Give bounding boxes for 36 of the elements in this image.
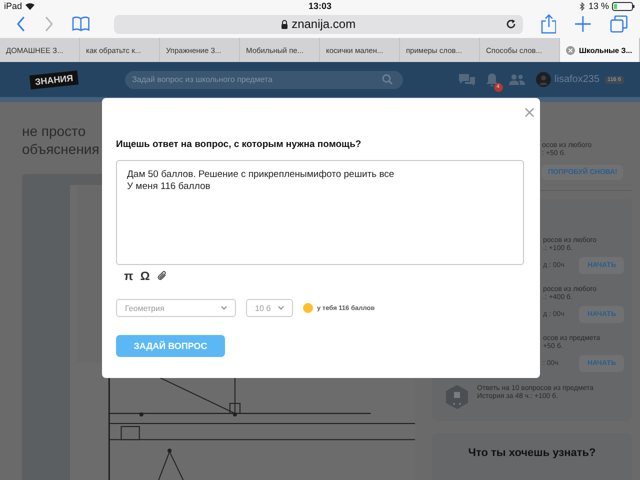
friends-icon[interactable] — [508, 74, 525, 85]
chevron-icon — [278, 306, 284, 310]
editor-tool[interactable]: Ω — [140, 269, 150, 283]
dialog-title: Ищешь ответ на вопрос, с которым нужна помощь? — [116, 139, 362, 150]
site-logo[interactable]: ЗНАНИЯ — [29, 70, 79, 89]
attachment-icon[interactable] — [156, 271, 167, 281]
search-icon[interactable] — [382, 74, 394, 85]
reload-icon[interactable] — [506, 18, 516, 28]
url-text: znanija.com — [292, 17, 356, 31]
forward-icon[interactable] — [44, 16, 54, 32]
address-bar[interactable]: znanija.com — [114, 14, 523, 34]
chevron-icon — [221, 306, 227, 310]
bell-icon[interactable] — [486, 72, 498, 86]
battery-percent: 13 % — [588, 1, 609, 11]
close-icon[interactable] — [566, 46, 575, 54]
lock-icon — [280, 20, 288, 28]
editor-tool[interactable]: π — [124, 269, 134, 283]
clock: 13:03 — [308, 1, 332, 11]
wifi-icon — [25, 2, 36, 10]
plus-icon[interactable] — [574, 15, 592, 33]
avatar-icon[interactable] — [536, 72, 551, 87]
close-icon[interactable] — [525, 108, 534, 117]
bluetooth-icon — [579, 2, 586, 10]
chat-icon[interactable] — [458, 72, 475, 86]
share-icon[interactable] — [540, 14, 556, 34]
device-name: iPad — [4, 1, 22, 11]
hexagon-icon — [446, 385, 468, 410]
bookmarks-icon[interactable] — [72, 16, 90, 32]
tabs-icon[interactable] — [610, 15, 628, 33]
battery-icon — [612, 2, 636, 10]
coin-icon — [303, 303, 313, 313]
article-text: объяснения — [22, 140, 100, 158]
ask-title: Что ты хочешь узнать? — [467, 446, 597, 459]
back-icon[interactable] — [16, 16, 26, 32]
article-text: не просто — [22, 122, 87, 140]
question-field[interactable]: Дам 50 баллов. Решение с прикрепленымифото решить все У меня 116 баллов — [116, 160, 524, 265]
